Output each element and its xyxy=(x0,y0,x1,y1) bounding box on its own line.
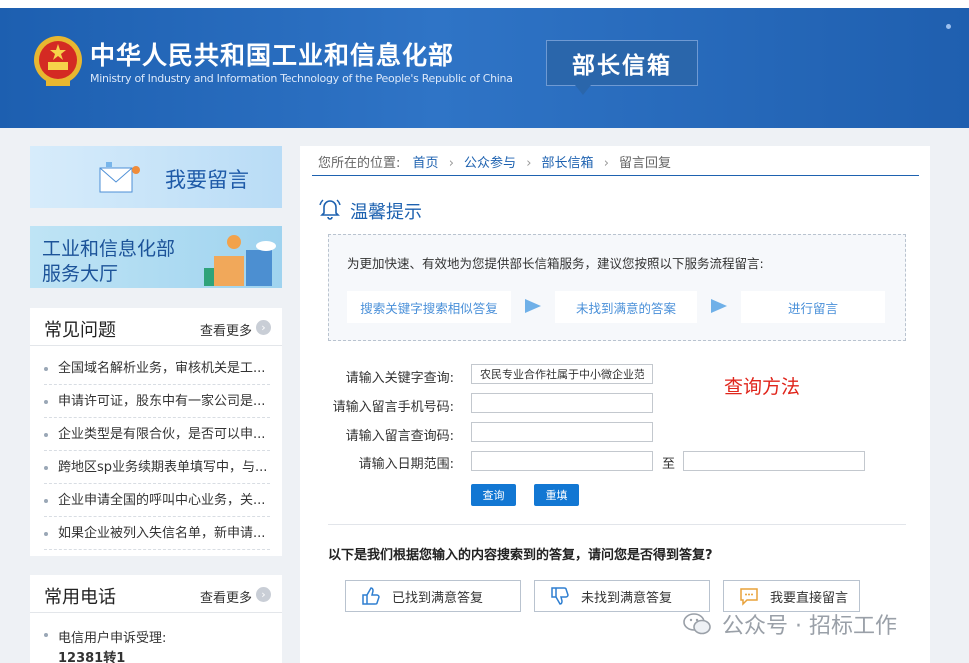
phone-label: 请输入留言手机号码: xyxy=(332,400,454,415)
service-hall-banner[interactable]: 工业和信息化部 服务大厅 xyxy=(30,226,282,288)
phones-title: 常用电话 xyxy=(44,587,116,608)
thumbs-down-icon xyxy=(551,587,569,605)
leave-message-banner[interactable]: 我要留言 xyxy=(30,146,282,208)
reset-button[interactable]: 重填 xyxy=(534,484,579,506)
step-leave-message: 进行留言 xyxy=(741,291,885,323)
keyword-label: 请输入关键字查询: xyxy=(345,371,454,386)
watermark-text: 公众号 · 招标工作 xyxy=(722,614,897,639)
site-header: 中华人民共和国工业和信息化部 Ministry of Industry and … xyxy=(0,0,969,128)
date-separator: 至 xyxy=(662,457,676,472)
found-answer-button[interactable]: 已找到满意答复 xyxy=(345,580,521,612)
site-title: 中华人民共和国工业和信息化部 xyxy=(90,41,455,70)
minister-mailbox-badge: 部长信箱 xyxy=(546,40,698,95)
leave-message-label: 我要留言 xyxy=(165,168,249,192)
search-button[interactable]: 查询 xyxy=(471,484,516,506)
step-search: 搜索关键字搜索相似答复 xyxy=(347,291,511,323)
main-content: 您所在的位置: 首页 › 公众参与 › 部长信箱 › 留言回复 温馨提示 为更加… xyxy=(300,146,930,663)
query-code-input[interactable] xyxy=(471,422,653,442)
query-code-label: 请输入留言查询码: xyxy=(345,429,454,444)
faq-item[interactable]: 如果企业被列入失信名单，新申请... xyxy=(44,517,270,550)
breadcrumb-underline xyxy=(312,175,919,176)
divider xyxy=(328,524,906,525)
faq-more-link[interactable]: 查看更多 xyxy=(200,320,252,339)
breadcrumb-public[interactable]: 公众参与 xyxy=(464,156,516,171)
breadcrumb-prefix: 您所在的位置: xyxy=(318,156,401,171)
buildings-icon xyxy=(204,235,276,286)
header-top-strip xyxy=(0,0,969,8)
breadcrumb-home[interactable]: 首页 xyxy=(413,156,439,171)
found-answer-label: 已找到满意答复 xyxy=(392,590,484,606)
wechat-icon xyxy=(683,613,711,635)
header-dot xyxy=(946,24,951,29)
site-title-english: Ministry of Industry and Information Tec… xyxy=(90,72,513,85)
date-from-input[interactable] xyxy=(471,451,653,471)
faq-item[interactable]: 申请许可证，股东中有一家公司是... xyxy=(44,385,270,418)
faq-item[interactable]: 跨地区sp业务续期表单填写中，与... xyxy=(44,451,270,484)
faq-item[interactable]: 全国域名解析业务，审核机关是工... xyxy=(44,352,270,385)
envelope-icon xyxy=(99,162,140,193)
faq-title: 常见问题 xyxy=(44,320,116,341)
date-to-input[interactable] xyxy=(683,451,865,471)
arrow-right-icon xyxy=(711,299,727,313)
bell-icon xyxy=(319,199,341,220)
service-hall-line2: 服务大厅 xyxy=(42,263,119,285)
tips-text: 为更加快速、有效地为您提供部长信箱服务，建议您按照以下服务流程留言: xyxy=(347,256,764,271)
breadcrumb-separator-icon: › xyxy=(448,156,454,171)
phone-item-number: 12381转1 xyxy=(58,651,126,663)
breadcrumb-separator-icon: › xyxy=(603,156,609,171)
phones-panel: 常用电话 查看更多 › 电信用户申诉受理: 12381转1 xyxy=(30,575,282,663)
query-method-annotation: 查询方法 xyxy=(724,376,801,398)
phones-more-link[interactable]: 查看更多 xyxy=(200,587,252,606)
tips-box: 为更加快速、有效地为您提供部长信箱服务，建议您按照以下服务流程留言: 搜索关键字… xyxy=(328,234,906,341)
breadcrumb-current: 留言回复 xyxy=(619,156,672,171)
faq-item[interactable]: 企业申请全国的呼叫中心业务，关... xyxy=(44,484,270,517)
not-found-answer-label: 未找到满意答复 xyxy=(581,590,673,606)
faq-header: 常见问题 查看更多 › xyxy=(30,308,282,346)
phone-input[interactable] xyxy=(471,393,653,413)
phones-header: 常用电话 查看更多 › xyxy=(30,575,282,613)
national-emblem-icon xyxy=(34,36,82,86)
chevron-right-icon[interactable]: › xyxy=(256,320,271,335)
faq-item[interactable]: 企业类型是有限合伙，是否可以申... xyxy=(44,418,270,451)
arrow-right-icon xyxy=(525,299,541,313)
watermark: 公众号 · 招标工作 xyxy=(682,608,897,640)
phone-item-label: 电信用户申诉受理: xyxy=(58,631,167,646)
direct-message-label: 我要直接留言 xyxy=(770,590,849,606)
feedback-question: 以下是我们根据您输入的内容搜索到的答复，请问您是否得到答复? xyxy=(328,548,713,563)
thumbs-up-icon xyxy=(362,587,380,605)
service-hall-line1: 工业和信息化部 xyxy=(42,238,176,260)
bullet-icon xyxy=(44,633,48,637)
date-range-label: 请输入日期范围: xyxy=(358,457,454,472)
step-not-found: 未找到满意的答案 xyxy=(555,291,697,323)
breadcrumb-mailbox[interactable]: 部长信箱 xyxy=(542,156,594,171)
faq-panel: 常见问题 查看更多 › 全国域名解析业务，审核机关是工... 申请许可证，股东中… xyxy=(30,308,282,556)
chat-bubble-icon xyxy=(740,588,758,606)
breadcrumb: 您所在的位置: 首页 › 公众参与 › 部长信箱 › 留言回复 xyxy=(318,152,671,171)
chevron-right-icon[interactable]: › xyxy=(256,587,271,602)
tips-title: 温馨提示 xyxy=(350,202,422,223)
breadcrumb-separator-icon: › xyxy=(526,156,532,171)
keyword-input[interactable] xyxy=(471,364,653,384)
